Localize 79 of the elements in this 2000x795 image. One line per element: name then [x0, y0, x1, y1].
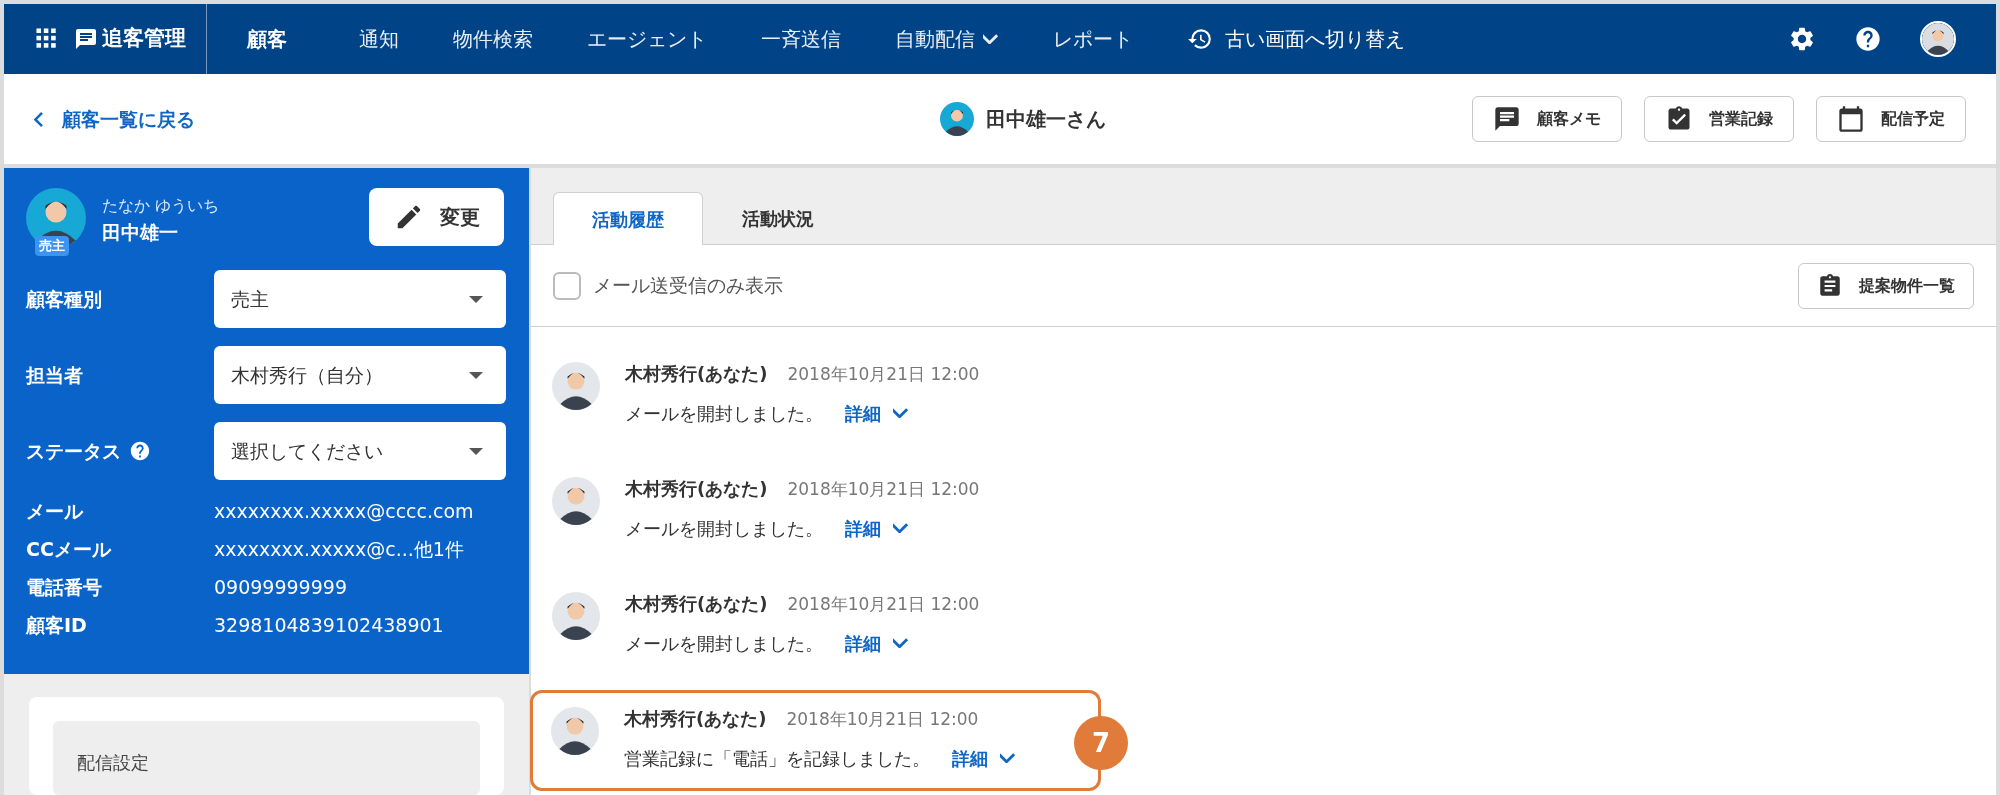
header-button[interactable]: 営業記録	[1644, 96, 1794, 142]
message-icon	[1493, 105, 1521, 133]
speech-bubble-logo-icon	[74, 27, 98, 51]
calendar-icon	[1837, 105, 1865, 133]
author-name: 木村秀行(あなた)	[625, 362, 768, 386]
help-icon[interactable]	[1854, 25, 1882, 53]
field-label: 顧客種別	[26, 286, 102, 312]
person-avatar	[552, 592, 600, 640]
nav-link[interactable]: 自動配信	[895, 24, 999, 54]
edit-button[interactable]: 変更	[369, 188, 504, 246]
detail-link[interactable]: 詳細	[845, 399, 909, 427]
author-name: 木村秀行(あなた)	[625, 477, 768, 501]
settings-icon[interactable]	[1788, 25, 1816, 53]
dropdown-select[interactable]: 木村秀行（自分）	[214, 346, 506, 404]
timestamp: 2018年10月21日 12:00	[787, 478, 980, 501]
info-label: 電話番号	[26, 574, 103, 600]
timestamp: 2018年10月21日 12:00	[787, 363, 980, 386]
person-avatar	[552, 477, 600, 525]
person-avatar	[552, 362, 600, 410]
customer-name: 田中雄一さん	[986, 106, 1106, 133]
step-number-badge: 7	[1074, 716, 1128, 770]
author-name: 木村秀行(あなた)	[625, 592, 768, 616]
header-button[interactable]: 配信予定	[1816, 96, 1966, 142]
apps-grid-icon[interactable]	[36, 28, 58, 50]
field-label: 担当者	[26, 362, 83, 388]
nav-link[interactable]: 通知	[359, 24, 399, 54]
info-value: 09099999999	[214, 574, 347, 600]
nav-link[interactable]: レポート	[1053, 24, 1133, 54]
app-name: 追客管理	[102, 25, 186, 53]
info-label: CCメール	[26, 536, 112, 562]
info-value: xxxxxxxx.xxxxx@cccc.com	[214, 498, 474, 524]
history-icon	[1187, 26, 1213, 52]
chevron-down-icon	[983, 34, 999, 44]
customer-avatar	[940, 102, 974, 136]
role-badge: 売主	[35, 236, 69, 256]
dropdown-arrow-icon	[469, 295, 483, 303]
back-link[interactable]: 顧客一覧に戻る	[34, 104, 434, 134]
chevron-down-icon	[893, 523, 909, 533]
user-avatar	[1920, 21, 1956, 57]
customer-full-name: 田中雄一	[102, 220, 179, 245]
activity-message: メールを開封しました。	[625, 631, 823, 656]
detail-link[interactable]: 詳細	[845, 514, 909, 542]
person-avatar	[551, 707, 599, 755]
chevron-left-icon	[34, 111, 44, 127]
info-value: 3298104839102438901	[214, 612, 444, 638]
section-title: 配信設定	[77, 752, 149, 773]
checkbox-label: メール送受信のみ表示	[593, 273, 783, 299]
nav-link[interactable]: 物件検索	[453, 24, 533, 54]
detail-link[interactable]: 詳細	[845, 629, 909, 657]
activity-message: メールを開封しました。	[625, 401, 823, 426]
nav-link[interactable]: エージェント	[587, 24, 707, 54]
chevron-down-icon	[893, 638, 909, 648]
info-label: 顧客ID	[26, 612, 88, 638]
info-value: xxxxxxxx.xxxxx@c...他1件	[214, 536, 464, 562]
timestamp: 2018年10月21日 12:00	[786, 708, 979, 731]
checkbox[interactable]	[553, 271, 581, 300]
tab[interactable]: 活動履歴	[553, 192, 703, 245]
dropdown-select[interactable]: 選択してください	[214, 422, 506, 480]
tab[interactable]: 活動状況	[703, 192, 853, 245]
header-button[interactable]: 顧客メモ	[1472, 96, 1622, 142]
dropdown-arrow-icon	[469, 371, 483, 379]
author-name: 木村秀行(あなた)	[624, 707, 767, 731]
help-icon[interactable]	[129, 440, 151, 462]
chevron-down-icon	[893, 408, 909, 418]
info-label: メール	[26, 498, 84, 524]
clipboard-icon	[1817, 272, 1843, 299]
field-label: ステータス	[26, 438, 121, 464]
detail-link[interactable]: 詳細	[952, 744, 1016, 772]
switch-screen-link[interactable]: 古い画面へ切り替え	[1187, 24, 1405, 54]
activity-message: メールを開封しました。	[625, 516, 823, 541]
activity-message: 営業記録に「電話」を記録しました。	[624, 746, 930, 771]
nav-link[interactable]: 一斉送信	[761, 24, 841, 54]
name-kana: たなか ゆういち	[102, 195, 220, 217]
timestamp: 2018年10月21日 12:00	[787, 593, 980, 616]
proposal-list-button[interactable]: 提案物件一覧	[1798, 262, 1974, 309]
dropdown-arrow-icon	[469, 447, 483, 455]
dropdown-select[interactable]: 売主	[214, 270, 506, 328]
nav-link[interactable]: 顧客	[247, 24, 287, 54]
chevron-down-icon	[1000, 753, 1016, 763]
